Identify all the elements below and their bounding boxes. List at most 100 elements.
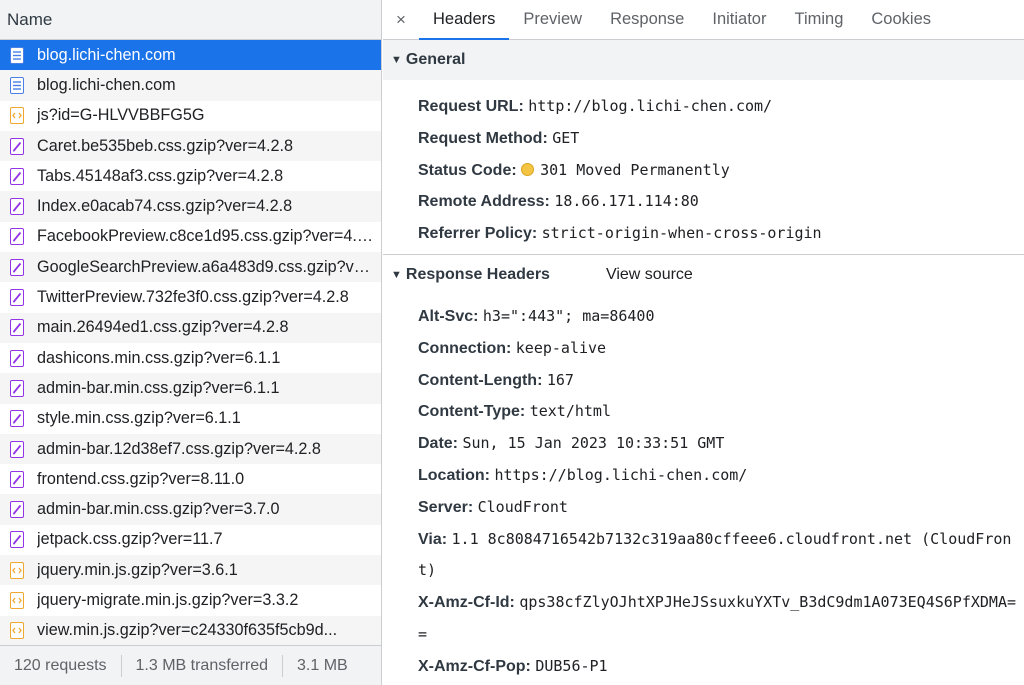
response-header-row: Content-Type: text/html	[383, 396, 1024, 428]
request-row[interactable]: Caret.be535beb.css.gzip?ver=4.2.8	[0, 130, 381, 162]
header-value: 1.1 8c8084716542b7132c319aa80cffeee6.clo…	[418, 529, 1012, 580]
header-key: Request Method:	[418, 129, 548, 147]
remote-address-row: Remote Address: 18.66.171.114:80	[383, 186, 1024, 218]
request-count: 120 requests	[0, 654, 122, 677]
request-name: view.min.js.gzip?ver=c24330f635f5cb9d...	[37, 621, 338, 640]
script-file-icon	[10, 561, 24, 579]
header-value: h3=":443"; ma=86400	[482, 306, 655, 325]
header-value: CloudFront	[477, 497, 568, 516]
header-key: Status Code:	[418, 161, 517, 179]
header-key: Referrer Policy:	[418, 225, 538, 243]
response-header-row: Date: Sun, 15 Jan 2023 10:33:51 GMT	[383, 428, 1024, 460]
request-row[interactable]: jquery-migrate.min.js.gzip?ver=3.3.2	[0, 585, 381, 615]
request-name: FacebookPreview.c8ce1d95.css.gzip?ver=4.…	[37, 227, 377, 246]
header-key: Via:	[418, 530, 448, 548]
tab-response[interactable]: Response	[596, 0, 698, 40]
stylesheet-file-icon	[10, 410, 24, 428]
response-headers-title: Response Headers	[405, 265, 550, 283]
request-row[interactable]: TwitterPreview.732fe3f0.css.gzip?ver=4.2…	[0, 282, 381, 312]
header-value: 301 Moved Permanently	[540, 160, 730, 179]
request-row[interactable]: admin-bar.min.css.gzip?ver=3.7.0	[0, 494, 381, 525]
tab-preview[interactable]: Preview	[509, 0, 596, 40]
header-key: Content-Length:	[418, 371, 543, 389]
request-row[interactable]: admin-bar.min.css.gzip?ver=6.1.1	[0, 373, 381, 404]
request-name: admin-bar.min.css.gzip?ver=3.7.0	[37, 500, 280, 519]
status-bar: 120 requests 1.3 MB transferred 3.1 MB	[0, 645, 381, 685]
request-row[interactable]: main.26494ed1.css.gzip?ver=4.2.8	[0, 312, 381, 343]
request-row[interactable]: view.min.js.gzip?ver=c24330f635f5cb9d...	[0, 615, 381, 646]
request-name: js?id=G-HLVVBBFG5G	[37, 106, 205, 125]
collapse-triangle-icon[interactable]: ▼	[391, 269, 402, 281]
request-name: jquery.min.js.gzip?ver=3.6.1	[37, 560, 238, 579]
transferred-size: 1.3 MB transferred	[122, 654, 284, 677]
request-row[interactable]: Index.e0acab74.css.gzip?ver=4.2.8	[0, 191, 381, 222]
details-tabbar: × Headers Preview Response Initiator Tim…	[383, 0, 1024, 40]
response-header-row: Location: https://blog.lichi-chen.com/	[383, 460, 1024, 492]
name-column-header[interactable]: Name	[0, 0, 381, 40]
request-row[interactable]: GoogleSearchPreview.a6a483d9.css.gzip?ve…	[0, 252, 381, 283]
response-header-row: Via: 1.1 8c8084716542b7132c319aa80cffeee…	[383, 524, 1024, 588]
response-header-row: Alt-Svc: h3=":443"; ma=86400	[383, 301, 1024, 333]
script-file-icon	[10, 622, 24, 640]
request-url-row: Request URL: http://blog.lichi-chen.com/	[383, 91, 1024, 123]
general-section-header[interactable]: ▼ General	[383, 40, 1024, 80]
request-row[interactable]: frontend.css.gzip?ver=8.11.0	[0, 464, 381, 494]
request-row[interactable]: js?id=G-HLVVBBFG5G	[0, 101, 381, 131]
request-name: TwitterPreview.732fe3f0.css.gzip?ver=4.2…	[37, 288, 349, 307]
header-value: https://blog.lichi-chen.com/	[494, 465, 748, 484]
response-headers-body: Alt-Svc: h3=":443"; ma=86400 Connection: …	[383, 295, 1024, 685]
request-name: style.min.css.gzip?ver=6.1.1	[37, 409, 241, 428]
script-file-icon	[10, 107, 24, 125]
request-row[interactable]: jetpack.css.gzip?ver=11.7	[0, 525, 381, 555]
header-value: Sun, 15 Jan 2023 10:33:51 GMT	[462, 434, 725, 453]
general-section-body: Request URL: http://blog.lichi-chen.com/…	[383, 80, 1024, 254]
document-file-icon	[10, 46, 24, 64]
stylesheet-file-icon	[10, 501, 24, 519]
header-value: DUB56-P1	[535, 656, 608, 675]
status-dot-icon	[521, 162, 535, 176]
header-value: keep-alive	[515, 338, 607, 357]
request-row[interactable]: Tabs.45148af3.css.gzip?ver=4.2.8	[0, 161, 381, 191]
request-row[interactable]: jquery.min.js.gzip?ver=3.6.1	[0, 555, 381, 586]
tab-headers[interactable]: Headers	[419, 0, 510, 40]
status-code-row: Status Code: 301 Moved Permanently	[383, 155, 1024, 187]
header-value: 18.66.171.114:80	[554, 192, 699, 211]
header-key: Request URL:	[418, 98, 524, 115]
request-rows: blog.lichi-chen.com blog.lichi-chen.com js…	[0, 40, 381, 646]
header-key: Date:	[418, 435, 459, 453]
collapse-triangle-icon[interactable]: ▼	[391, 54, 402, 66]
request-name: main.26494ed1.css.gzip?ver=4.2.8	[37, 318, 289, 337]
response-header-row: X-Amz-Cf-Pop: DUB56-P1	[383, 651, 1024, 683]
request-name: admin-bar.12d38ef7.css.gzip?ver=4.2.8	[37, 439, 321, 458]
stylesheet-file-icon	[10, 470, 24, 488]
request-row[interactable]: blog.lichi-chen.com	[0, 70, 381, 101]
header-key: Remote Address:	[418, 193, 550, 211]
request-name: Tabs.45148af3.css.gzip?ver=4.2.8	[37, 166, 284, 185]
stylesheet-file-icon	[10, 289, 24, 307]
tab-cookies[interactable]: Cookies	[857, 0, 945, 40]
stylesheet-file-icon	[10, 319, 24, 337]
view-source-link[interactable]: View source	[606, 266, 693, 284]
request-row[interactable]: dashicons.min.css.gzip?ver=6.1.1	[0, 343, 381, 373]
header-value: strict-origin-when-cross-origin	[541, 224, 822, 243]
request-row[interactable]: admin-bar.12d38ef7.css.gzip?ver=4.2.8	[0, 433, 381, 465]
script-file-icon	[10, 591, 24, 609]
request-name: dashicons.min.css.gzip?ver=6.1.1	[37, 348, 281, 367]
stylesheet-file-icon	[10, 228, 24, 246]
request-name: GoogleSearchPreview.a6a483d9.css.gzip?ve…	[37, 257, 377, 276]
general-section-title: General	[405, 51, 466, 68]
stylesheet-file-icon	[10, 137, 24, 155]
request-name: frontend.css.gzip?ver=8.11.0	[37, 469, 245, 488]
request-name: jetpack.css.gzip?ver=11.7	[37, 530, 223, 549]
tab-initiator[interactable]: Initiator	[698, 0, 780, 40]
request-row[interactable]: blog.lichi-chen.com	[0, 40, 381, 71]
response-headers-section-header[interactable]: ▼ Response Headers View source	[383, 254, 1024, 295]
request-row[interactable]: FacebookPreview.c8ce1d95.css.gzip?ver=4.…	[0, 222, 381, 252]
response-header-row: Server: CloudFront	[383, 492, 1024, 524]
request-name: blog.lichi-chen.com	[37, 75, 176, 94]
tab-timing[interactable]: Timing	[780, 0, 857, 40]
close-icon[interactable]: ×	[383, 10, 419, 30]
request-row[interactable]: style.min.css.gzip?ver=6.1.1	[0, 404, 381, 434]
response-header-row: Connection: keep-alive	[383, 333, 1024, 365]
header-value: text/html	[529, 402, 611, 421]
